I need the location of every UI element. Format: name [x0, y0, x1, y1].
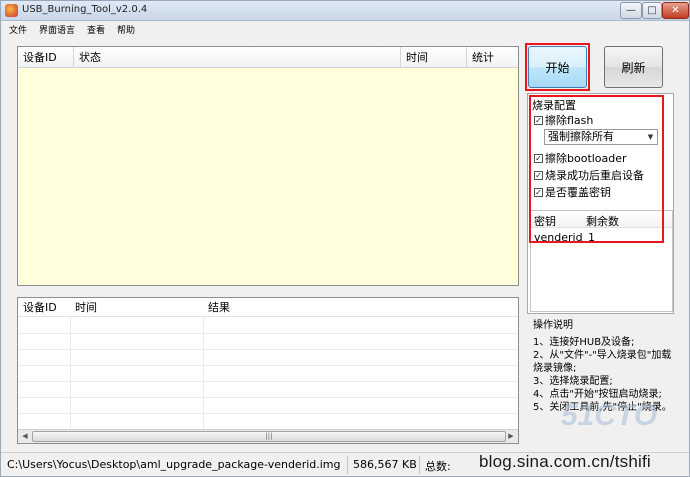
status-file-size: 586,567 KB [353, 458, 417, 471]
start-button-highlight [525, 43, 590, 91]
status-separator [419, 456, 420, 474]
row-divider [18, 397, 518, 398]
horizontal-scrollbar[interactable]: ◀ ||| ▶ [18, 429, 518, 443]
menu-bar: 文件 界面语言 查看 帮助 [1, 21, 689, 37]
device-table[interactable]: 设备ID 状态 时间 统计 [17, 46, 519, 286]
col-result[interactable]: 结果 [203, 298, 403, 317]
instruction-line: 3、选择烧录配置; [533, 376, 613, 387]
row-divider [18, 349, 518, 350]
scroll-right-arrow-icon[interactable]: ▶ [504, 430, 518, 443]
col-stats[interactable]: 统计 [467, 47, 518, 68]
device-table-body [18, 68, 518, 285]
config-highlight [529, 95, 664, 243]
menu-view[interactable]: 查看 [87, 23, 105, 36]
result-table-header: 设备ID 时间 结果 [18, 298, 518, 317]
menu-language[interactable]: 界面语言 [39, 23, 75, 36]
watermark-text: blog.sina.com.cn/tshifi [479, 452, 651, 471]
col-result-time[interactable]: 时间 [70, 298, 203, 317]
minimize-button[interactable]: — [620, 2, 642, 19]
app-window: USB_Burning_Tool_v2.0.4 — □ ✕ 文件 界面语言 查看… [0, 0, 690, 477]
scroll-left-arrow-icon[interactable]: ◀ [18, 430, 32, 443]
maximize-button[interactable]: □ [642, 2, 662, 19]
window-title: USB_Burning_Tool_v2.0.4 [22, 4, 148, 15]
row-divider [18, 333, 518, 334]
row-divider [18, 365, 518, 366]
col-result-device-id[interactable]: 设备ID [18, 298, 70, 317]
instruction-line: 1、连接好HUB及设备; [533, 337, 635, 348]
scrollbar-thumb[interactable]: ||| [32, 431, 506, 442]
col-device-id[interactable]: 设备ID [18, 47, 74, 68]
col-status[interactable]: 状态 [74, 47, 401, 68]
instructions-title: 操作说明 [533, 320, 573, 331]
refresh-button[interactable]: 刷新 [604, 46, 663, 88]
menu-file[interactable]: 文件 [9, 23, 27, 36]
status-total-label: 总数: [425, 460, 451, 473]
instruction-line: 2、从"文件"-"导入烧录包"加载烧录镜像; [533, 350, 672, 374]
device-table-header: 设备ID 状态 时间 统计 [18, 47, 518, 68]
status-separator [347, 456, 348, 474]
result-table-rows [18, 317, 518, 429]
col-time[interactable]: 时间 [401, 47, 467, 68]
status-file-path: C:\Users\Yocus\Desktop\aml_upgrade_packa… [7, 458, 341, 471]
watermark-logo: 51CTO [561, 399, 658, 432]
result-table[interactable]: 设备ID 时间 结果 ◀ ||| ▶ [17, 297, 519, 444]
row-divider [18, 381, 518, 382]
close-button[interactable]: ✕ [662, 2, 689, 19]
row-divider [18, 413, 518, 414]
menu-help[interactable]: 帮助 [117, 23, 135, 36]
app-icon [5, 4, 18, 17]
title-bar: USB_Burning_Tool_v2.0.4 — □ ✕ [1, 1, 689, 21]
